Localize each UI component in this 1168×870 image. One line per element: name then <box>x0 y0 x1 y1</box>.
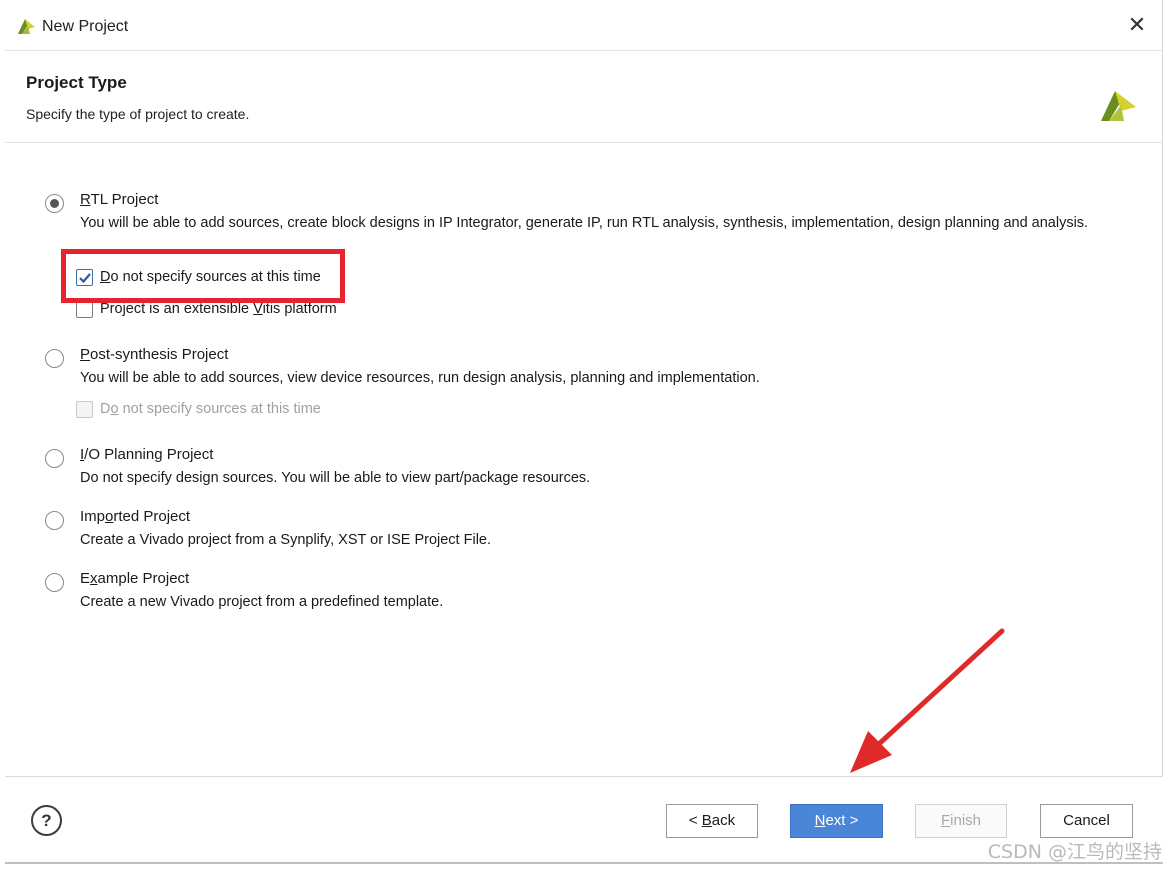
option-rtl-project-title[interactable]: RTL Project <box>80 191 158 208</box>
radio-rtl-project[interactable] <box>45 194 64 213</box>
radio-io-planning-project[interactable] <box>45 449 64 468</box>
option-io-planning-description: Do not specify design sources. You will … <box>80 470 591 486</box>
option-title-text: E <box>80 570 91 587</box>
close-icon[interactable]: ✕ <box>1126 14 1148 36</box>
accel-key: x <box>90 570 98 587</box>
back-button[interactable]: < Back <box>666 804 758 838</box>
button-label-text: < <box>688 812 702 829</box>
finish-button[interactable]: Finish <box>915 804 1007 838</box>
option-io-planning-title[interactable]: I/O Planning Project <box>80 446 213 463</box>
next-button[interactable]: Next > <box>790 804 883 838</box>
vivado-logo-icon <box>1101 91 1136 121</box>
option-title-text: TL Project <box>90 191 159 208</box>
cancel-button[interactable]: Cancel <box>1040 804 1133 838</box>
button-label-text: ext > <box>825 812 859 829</box>
annotation-highlight-box <box>61 249 345 303</box>
option-title-text: /O Planning Project <box>84 446 214 463</box>
page-subtitle: Specify the type of project to create. <box>26 106 250 122</box>
accel-key: P <box>80 346 91 363</box>
option-imported-description: Create a Vivado project from a Synplify,… <box>80 532 492 548</box>
radio-example-project[interactable] <box>45 573 64 592</box>
option-example-description: Create a new Vivado project from a prede… <box>80 594 444 610</box>
vivado-logo-icon <box>18 19 35 34</box>
checkbox-label-text: D <box>100 401 111 417</box>
accel-key: B <box>701 812 712 829</box>
page-title: Project Type <box>26 73 127 92</box>
option-post-synthesis-title[interactable]: Post-synthesis Project <box>80 346 228 363</box>
accel-key: R <box>80 191 91 208</box>
option-title-text: ample Project <box>97 570 190 587</box>
accel-key: N <box>814 812 826 829</box>
checkbox-extensible-vitis-label[interactable]: Project is an extensible Vitis platform <box>100 301 337 317</box>
checkbox-extensible-vitis[interactable] <box>76 301 93 318</box>
checkbox-no-sources-post-synthesis-label[interactable]: Do not specify sources at this time <box>100 401 321 417</box>
option-post-synthesis-description: You will be able to add sources, view de… <box>80 370 760 386</box>
window-title: New Project <box>42 18 129 35</box>
checkbox-no-sources-post-synthesis[interactable] <box>76 401 93 418</box>
button-label-text: inish <box>950 812 982 829</box>
accel-key: V <box>253 301 263 317</box>
title-bar: New Project ✕ <box>5 0 1162 50</box>
radio-imported-project[interactable] <box>45 511 64 530</box>
option-title-text: Imp <box>80 508 106 525</box>
radio-post-synthesis-project[interactable] <box>45 349 64 368</box>
option-example-title[interactable]: Example Project <box>80 570 189 587</box>
button-label-text: ack <box>711 812 736 829</box>
checkbox-label-text: itis platform <box>262 301 337 317</box>
option-imported-title[interactable]: Imported Project <box>80 508 190 525</box>
checkbox-label-text: Project is an extensible <box>100 301 254 317</box>
accel-key: F <box>940 812 951 829</box>
option-title-text: rted Project <box>113 508 191 525</box>
option-rtl-project-description: You will be able to add sources, create … <box>80 215 1089 231</box>
watermark-text: CSDN @江鸟的坚持 <box>987 841 1162 863</box>
help-icon[interactable]: ? <box>31 805 62 836</box>
checkbox-label-text: not specify sources at this time <box>118 401 321 417</box>
accel-key: o <box>110 401 119 417</box>
option-title-text: ost-synthesis Project <box>90 346 229 363</box>
page-header: Project Type Specify the type of project… <box>5 50 1162 142</box>
red-arrow-icon <box>850 628 1005 773</box>
